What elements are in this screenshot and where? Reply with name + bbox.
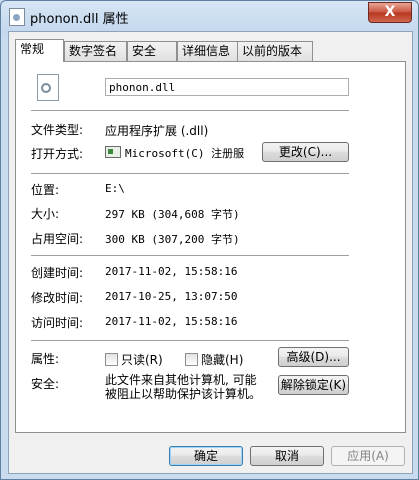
size-on-disk-value: 300 KB (307,200 字节) <box>105 233 240 246</box>
dll-file-icon <box>9 8 25 26</box>
size-value: 297 KB (304,608 字节) <box>105 208 240 221</box>
security-label: 安全: <box>31 377 60 391</box>
ok-button[interactable]: 确定 <box>169 446 243 466</box>
title-bar[interactable]: phonon.dll 属性 X <box>1 1 418 31</box>
opens-with-value: Microsoft(C) 注册服 <box>105 145 244 161</box>
opens-with-label: 打开方式: <box>31 147 84 161</box>
divider <box>31 173 349 174</box>
window-title: phonon.dll 属性 <box>30 12 129 27</box>
readonly-checkbox[interactable]: 只读(R) <box>105 351 163 368</box>
advanced-button[interactable]: 高级(D)... <box>278 347 349 367</box>
security-message: 此文件来自其他计算机, 可能被阻止以帮助保护该计算机。 <box>105 373 262 401</box>
tab-security[interactable]: 安全 <box>127 41 177 61</box>
registry-app-icon <box>105 146 121 158</box>
size-label: 大小: <box>31 207 60 221</box>
created-label: 创建时间: <box>31 266 84 280</box>
divider <box>31 340 349 341</box>
file-type-label: 文件类型: <box>31 123 84 137</box>
tab-previous-versions[interactable]: 以前的版本 <box>237 41 313 61</box>
divider <box>31 110 349 111</box>
modified-label: 修改时间: <box>31 291 84 305</box>
accessed-value: 2017-11-02, 15:58:16 <box>105 315 238 328</box>
opens-with-app: Microsoft(C) 注册服 <box>125 147 245 160</box>
hidden-checkbox-box[interactable] <box>185 353 198 366</box>
modified-value: 2017-10-25, 13:07:50 <box>105 290 238 303</box>
unblock-button[interactable]: 解除锁定(K) <box>278 375 349 395</box>
created-value: 2017-11-02, 15:58:16 <box>105 265 238 278</box>
close-button[interactable]: X <box>368 2 412 23</box>
location-value: E:\ <box>105 182 125 195</box>
attributes-label: 属性: <box>31 352 60 366</box>
file-name-field[interactable]: phonon.dll <box>105 78 349 96</box>
hidden-checkbox[interactable]: 隐藏(H) <box>185 351 243 368</box>
tab-general[interactable]: 常规 <box>15 39 64 62</box>
divider <box>31 255 349 256</box>
dialog-client: 常规 数字签名 安全 详细信息 以前的版本 phonon.dll 文件类型: 应… <box>8 31 413 474</box>
tab-digital-signatures[interactable]: 数字签名 <box>64 41 127 61</box>
general-panel: phonon.dll 文件类型: 应用程序扩展 (.dll) 打开方式: Mic… <box>15 61 406 433</box>
apply-button[interactable]: 应用(A) <box>331 446 405 466</box>
size-on-disk-label: 占用空间: <box>31 232 84 246</box>
accessed-label: 访问时间: <box>31 316 84 330</box>
location-label: 位置: <box>31 183 60 197</box>
hidden-label: 隐藏(H) <box>201 353 244 367</box>
tab-details[interactable]: 详细信息 <box>177 41 239 61</box>
file-type-value: 应用程序扩展 (.dll) <box>105 124 209 138</box>
properties-window: phonon.dll 属性 X 常规 数字签名 安全 详细信息 以前的版本 ph… <box>0 0 419 480</box>
dll-file-icon <box>37 74 59 101</box>
cancel-button[interactable]: 取消 <box>250 446 324 466</box>
readonly-label: 只读(R) <box>121 353 163 367</box>
readonly-checkbox-box[interactable] <box>105 353 118 366</box>
change-button[interactable]: 更改(C)... <box>262 142 349 162</box>
